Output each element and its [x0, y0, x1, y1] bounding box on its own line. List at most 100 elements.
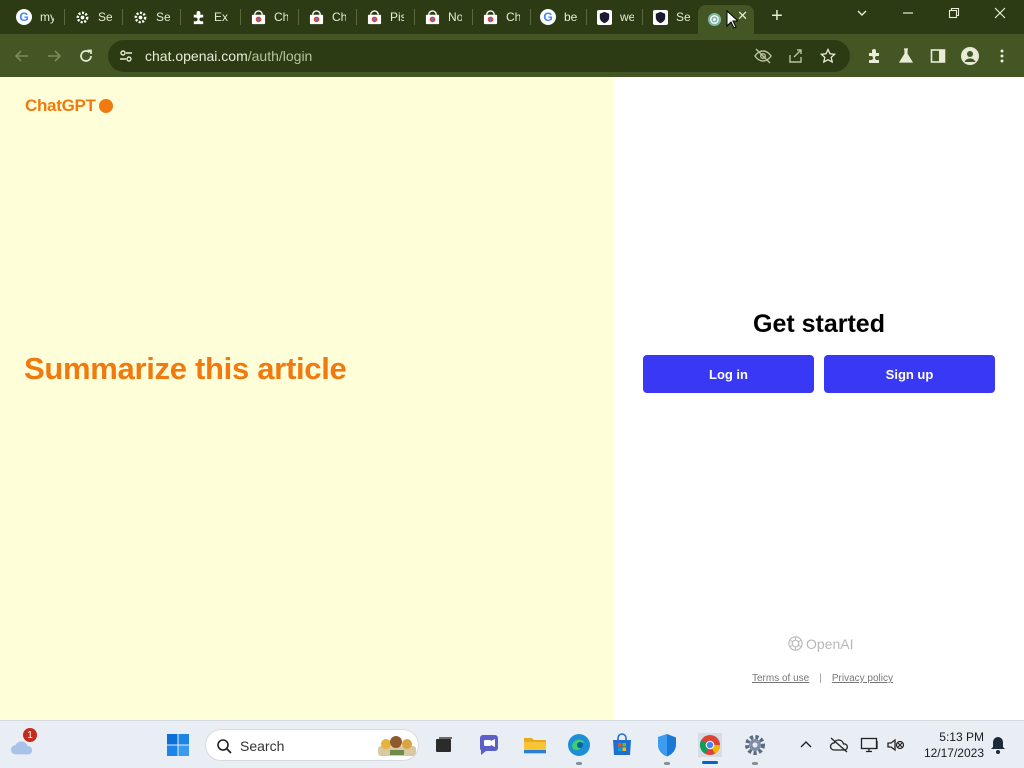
browser-tab[interactable]: G my — [8, 5, 60, 29]
extensions-icon[interactable] — [864, 46, 884, 66]
browser-tab[interactable]: Sea — [644, 5, 696, 29]
footer-separator: | — [819, 673, 822, 684]
active-app-indicator — [702, 761, 718, 764]
clock-time: 5:13 PM — [939, 730, 984, 744]
browser-toolbar: chat.openai.com/auth/login — [0, 34, 1024, 77]
browser-tab[interactable]: Chr — [300, 5, 352, 29]
volume-muted-icon[interactable] — [884, 733, 908, 757]
puzzle-icon — [190, 9, 206, 25]
browser-tab[interactable]: Ext — [182, 5, 234, 29]
back-button[interactable] — [12, 46, 32, 66]
close-window-button[interactable] — [990, 6, 1010, 23]
browser-tab[interactable]: Pis — [358, 5, 410, 29]
profile-avatar[interactable] — [960, 46, 980, 66]
tab-title: Chr — [332, 10, 346, 24]
chevron-up-icon[interactable] — [794, 733, 818, 757]
running-indicator — [664, 762, 670, 765]
tab-strip: G my Set Set Ext Chr Chr — [0, 0, 1024, 34]
browser-tab[interactable]: Chr — [242, 5, 294, 29]
address-bar[interactable]: chat.openai.com/auth/login — [108, 40, 850, 72]
microsoft-store-icon[interactable] — [610, 733, 634, 757]
browser-tab[interactable]: Ch — [474, 5, 526, 29]
display-icon[interactable] — [858, 733, 882, 757]
tab-search-icon[interactable] — [852, 6, 872, 23]
shield-icon — [652, 9, 668, 25]
teams-chat-icon[interactable] — [477, 733, 501, 757]
side-panel-icon[interactable] — [928, 46, 948, 66]
restore-button[interactable] — [944, 6, 964, 23]
footer-links: Terms of use | Privacy policy — [752, 673, 893, 684]
onedrive-offline-icon[interactable] — [827, 733, 851, 757]
chrome-store-icon — [424, 9, 440, 25]
tab-title: Ext — [214, 10, 228, 24]
browser-tab[interactable]: Set — [124, 5, 176, 29]
google-icon: G — [16, 9, 32, 25]
labs-flask-icon[interactable] — [896, 46, 916, 66]
notification-badge: 1 — [23, 728, 37, 742]
browser-tab[interactable]: Set — [66, 5, 118, 29]
more-menu-icon[interactable] — [992, 46, 1012, 66]
tab-title: Pis — [390, 10, 404, 24]
search-icon — [216, 738, 232, 759]
forward-button[interactable] — [44, 46, 64, 66]
url-host: chat.openai.com — [145, 48, 248, 64]
eye-off-icon[interactable] — [754, 48, 772, 69]
hero-panel: ChatGPT Summarize this article — [0, 77, 614, 720]
hero-headline: Summarize this article — [24, 351, 347, 386]
system-clock[interactable]: 5:13 PM 12/17/2023 — [916, 729, 984, 761]
notification-bell-icon[interactable] — [986, 733, 1010, 757]
signup-button[interactable]: Sign up — [824, 355, 995, 393]
chrome-store-icon — [366, 9, 382, 25]
tab-title: wel — [620, 10, 634, 24]
tab-title: bes — [564, 10, 578, 24]
url-path: /auth/login — [247, 48, 313, 64]
windows-start-icon[interactable] — [166, 733, 190, 757]
chrome-icon[interactable] — [698, 733, 722, 757]
reload-button[interactable] — [76, 46, 96, 66]
browser-tab[interactable]: wel — [588, 5, 640, 29]
brand-name: ChatGPT — [25, 96, 96, 115]
site-info-icon[interactable] — [118, 48, 134, 69]
tab-title: Set — [98, 10, 112, 24]
browser-tab[interactable]: No — [416, 5, 468, 29]
url-text[interactable]: chat.openai.com/auth/login — [145, 48, 312, 64]
brand-dot-icon — [98, 99, 113, 113]
chrome-store-icon — [250, 9, 266, 25]
gear-icon — [74, 9, 90, 25]
share-icon[interactable] — [788, 48, 804, 69]
shield-icon — [596, 9, 612, 25]
tab-title: No — [448, 10, 462, 24]
tab-title: Ch — [506, 10, 520, 24]
google-icon: G — [540, 9, 556, 25]
mouse-cursor-icon — [726, 10, 738, 29]
file-explorer-icon[interactable] — [523, 733, 547, 757]
tab-title: Sea — [676, 10, 690, 24]
close-tab-icon[interactable]: ✕ — [737, 9, 748, 23]
browser-tab[interactable]: G bes — [532, 5, 584, 29]
search-highlight-image — [376, 732, 418, 765]
chatgpt-logo: ChatGPT — [25, 96, 113, 116]
bookmark-star-icon[interactable] — [819, 47, 837, 69]
windows-taskbar: 1 Search 5:13 PM 12/17/2023 — [0, 720, 1024, 768]
chrome-store-icon — [482, 9, 498, 25]
get-started-heading: Get started — [753, 310, 885, 338]
gear-icon — [132, 9, 148, 25]
minimize-button[interactable] — [898, 6, 918, 23]
openai-icon — [788, 636, 803, 651]
edge-browser-icon[interactable] — [567, 733, 591, 757]
terms-link[interactable]: Terms of use — [752, 673, 809, 684]
login-button[interactable]: Log in — [643, 355, 814, 393]
openai-logo: OpenAI — [787, 635, 853, 652]
running-indicator — [576, 762, 582, 765]
privacy-link[interactable]: Privacy policy — [832, 673, 893, 684]
taskbar-search-input[interactable]: Search — [205, 729, 419, 761]
openai-icon — [706, 12, 722, 28]
search-placeholder: Search — [240, 738, 285, 754]
clock-date: 12/17/2023 — [923, 746, 984, 760]
running-indicator — [752, 762, 758, 765]
defender-shield-icon[interactable] — [655, 733, 679, 757]
settings-gear-icon[interactable] — [743, 733, 767, 757]
new-tab-button[interactable]: + — [768, 6, 786, 26]
task-view-icon[interactable] — [432, 733, 456, 757]
auth-panel: Get started Log in Sign up OpenAI Terms … — [614, 77, 1024, 720]
